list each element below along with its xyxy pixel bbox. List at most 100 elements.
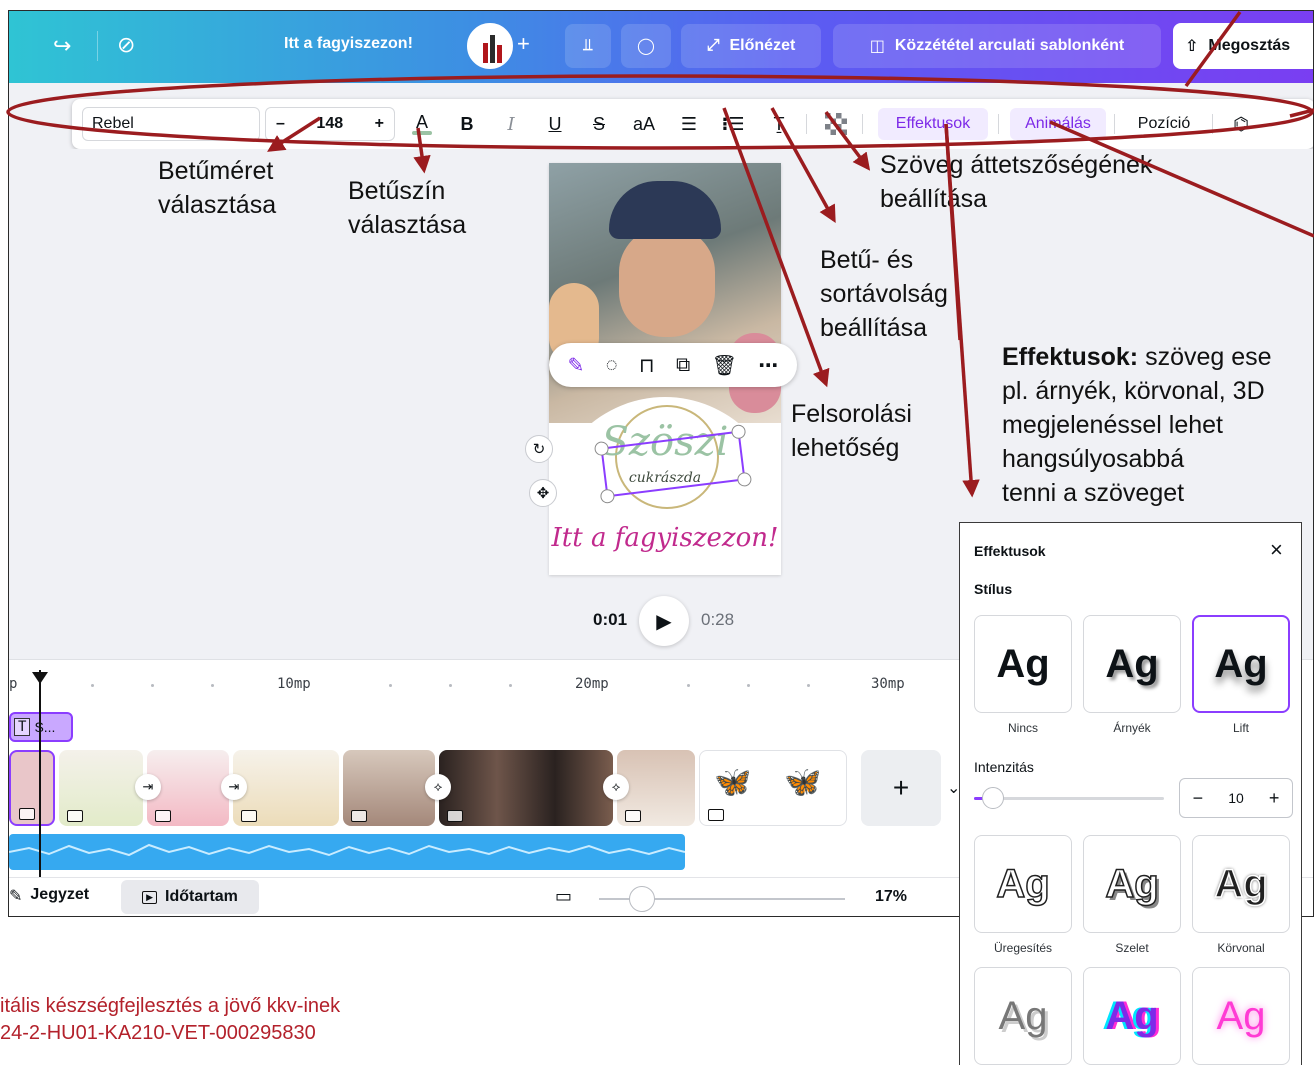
video-icon <box>67 810 83 822</box>
annotation-effects: Effektusok: szöveg ese pl. árnyék, körvo… <box>1002 340 1272 510</box>
letter-case-button[interactable]: aA <box>624 99 664 149</box>
transition-icon[interactable]: ⇥ <box>135 774 161 800</box>
butterfly-icon: 🦋 <box>714 766 752 799</box>
video-clip[interactable] <box>59 750 143 826</box>
play-button[interactable]: ▶ <box>639 596 689 646</box>
share-button[interactable]: ⇧ Megosztás <box>1173 23 1313 69</box>
style-neon-tile[interactable]: Ag <box>1192 967 1290 1065</box>
divider <box>1114 114 1115 134</box>
text-toolbar: Rebel – 148 + A B I U S aA ☰ ⁝☰ Ṯ Effekt… <box>72 99 1313 149</box>
annotation-line: megjelenéssel lehet <box>1002 411 1223 439</box>
decrease-intensity-button[interactable]: − <box>1193 788 1204 809</box>
strikethrough-icon[interactable]: S <box>582 99 616 149</box>
rotate-icon[interactable]: ↻ <box>525 435 553 463</box>
animate-button[interactable]: Animálás <box>1010 108 1106 140</box>
intensity-value[interactable]: 10 <box>1228 790 1244 806</box>
add-clip-button[interactable]: + <box>861 750 941 826</box>
preview-button[interactable]: ⤢ Előnézet <box>681 24 821 68</box>
notes-button[interactable]: ✎ Jegyzet <box>9 886 89 906</box>
ruler-tick <box>91 684 94 687</box>
style-splice-tile[interactable]: Ag <box>1083 835 1181 933</box>
comment-add-icon[interactable]: ◌ <box>606 354 618 377</box>
video-icon <box>625 810 641 822</box>
ruler-tick <box>151 684 154 687</box>
duration-icon: ▶ <box>142 890 157 904</box>
annotation-line: Szöveg áttetszőségének <box>880 151 1153 179</box>
zoom-value[interactable]: 17% <box>875 888 907 906</box>
publish-template-button[interactable]: ◫ Közzététel arculati sablonként <box>833 24 1161 68</box>
intensity-slider-knob[interactable] <box>982 787 1004 809</box>
page-view-icon[interactable]: ▭ <box>555 886 572 907</box>
bullet-list-icon[interactable]: ⁝☰ <box>716 99 750 149</box>
style-outline-tile[interactable]: Ag <box>1192 835 1290 933</box>
style-lift-tile[interactable]: Ag <box>1192 615 1290 713</box>
align-center-icon[interactable]: ☰ <box>672 99 706 149</box>
video-clip[interactable] <box>343 750 435 826</box>
expand-icon: ⤢ <box>706 37 720 54</box>
text-track-clip[interactable]: T S... <box>9 712 73 742</box>
video-icon <box>708 809 724 821</box>
video-clip[interactable] <box>233 750 339 826</box>
bold-icon[interactable]: B <box>450 99 484 149</box>
footer-line: 24-2-HU01-KA210-VET-000295830 <box>0 1022 316 1044</box>
effects-button[interactable]: Effektusok <box>878 108 988 140</box>
annotation-bold: Effektusok: <box>1002 343 1139 371</box>
font-family-select[interactable]: Rebel <box>82 107 260 141</box>
font-size-value[interactable]: 148 <box>316 115 343 133</box>
style-outline-label: Körvonal <box>1217 941 1265 955</box>
caption-text[interactable]: Itt a fagyiszezon! <box>549 523 781 553</box>
increase-size-button[interactable]: + <box>375 115 384 133</box>
text-color-button[interactable]: A <box>404 99 440 149</box>
document-title[interactable]: Itt a fagyiszezon! <box>284 35 413 53</box>
style-glitch-tile[interactable]: Ag <box>1083 967 1181 1065</box>
intensity-slider-track[interactable] <box>974 787 1164 809</box>
cloud-saved-icon[interactable]: ⊘ <box>117 32 135 58</box>
style-lift-label: Lift <box>1232 721 1249 735</box>
transition-icon[interactable]: ⟡ <box>425 774 451 800</box>
audio-track[interactable] <box>9 834 685 870</box>
checker-icon <box>825 113 847 135</box>
zoom-slider-knob[interactable] <box>629 886 655 912</box>
ruler-tick <box>211 684 214 687</box>
redo-icon[interactable]: ↪ <box>53 33 71 59</box>
decrease-size-button[interactable]: – <box>276 115 285 133</box>
ruler-tick <box>807 684 810 687</box>
transition-icon[interactable]: ⟡ <box>603 774 629 800</box>
ruler-tick <box>509 684 512 687</box>
style-none-tile[interactable]: Ag <box>974 615 1072 713</box>
italic-icon[interactable]: I <box>494 99 528 149</box>
user-avatar[interactable] <box>467 23 513 69</box>
underline-icon[interactable]: U <box>538 99 572 149</box>
close-icon[interactable]: × <box>1270 537 1283 563</box>
spacing-icon[interactable]: Ṯ <box>762 99 796 149</box>
insights-button[interactable]: ⫫ <box>565 24 611 68</box>
intensity-stepper[interactable]: − 10 + <box>1179 778 1293 818</box>
video-clip[interactable]: 🦋 🦋 <box>699 750 847 826</box>
transition-icon[interactable]: ⇥ <box>221 774 247 800</box>
annotation-line: Felsorolási <box>791 400 912 428</box>
magic-edit-icon[interactable]: ✎ <box>568 353 585 378</box>
trash-icon[interactable]: 🗑 <box>712 353 737 378</box>
add-collaborator-icon[interactable]: + <box>517 31 530 57</box>
lock-icon[interactable]: ⊓ <box>639 353 655 378</box>
playhead[interactable] <box>39 670 41 878</box>
resize-handle[interactable] <box>593 440 610 457</box>
increase-intensity-button[interactable]: + <box>1269 788 1280 809</box>
playhead-marker[interactable] <box>32 672 48 684</box>
video-clip[interactable] <box>439 750 613 826</box>
upload-icon: ⇧ <box>1185 38 1199 55</box>
comment-button[interactable]: ◯ <box>621 24 671 68</box>
video-clip[interactable] <box>9 750 55 826</box>
position-button[interactable]: Pozíció <box>1126 108 1202 140</box>
style-echo-tile[interactable]: Ag <box>974 967 1072 1065</box>
style-hollow-tile[interactable]: Ag <box>974 835 1072 933</box>
font-size-stepper[interactable]: – 148 + <box>265 107 395 141</box>
transparency-button[interactable] <box>820 99 852 149</box>
move-icon[interactable]: ✥ <box>529 479 557 507</box>
style-shadow-tile[interactable]: Ag <box>1083 615 1181 713</box>
more-options-icon[interactable]: ⋯ <box>758 353 778 378</box>
duplicate-icon[interactable]: ⧉ <box>676 354 690 377</box>
copy-style-icon[interactable]: ⌬ <box>1224 99 1258 149</box>
ruler-tick <box>389 684 392 687</box>
duration-button[interactable]: ▶ Időtartam <box>121 880 259 914</box>
